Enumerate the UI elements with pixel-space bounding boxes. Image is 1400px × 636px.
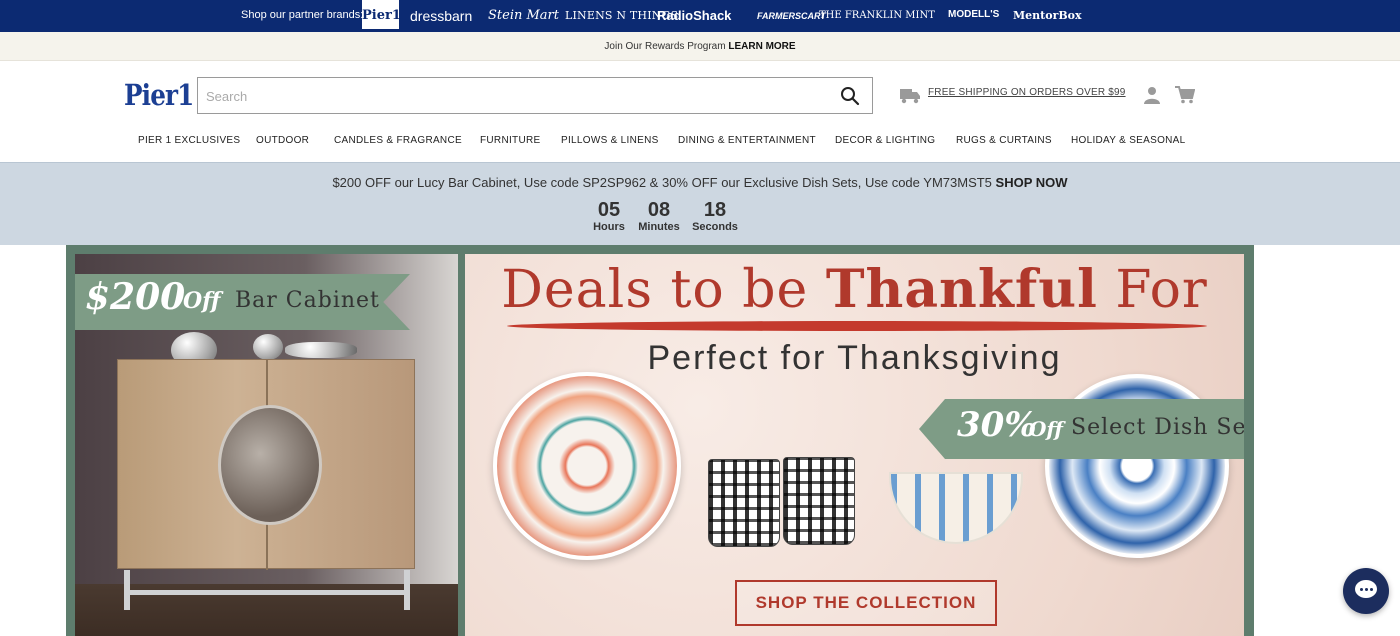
bar-cabinet-ribbon: $200 Off Bar Cabinet [75, 274, 410, 330]
chat-dot [1360, 588, 1363, 591]
nav-candles-fragrance[interactable]: CANDLES & FRAGRANCE [334, 135, 462, 146]
chat-button[interactable] [1343, 568, 1389, 614]
countdown-minutes-label: Minutes [638, 221, 680, 233]
rewards-banner: Join Our Rewards Program LEARN MORE [0, 32, 1400, 61]
hero-banner[interactable]: $200 Off Bar Cabinet Deals to be Thankfu… [66, 245, 1254, 636]
cabinet-mirror [218, 405, 322, 525]
countdown-hours-label: Hours [593, 221, 625, 233]
shop-the-collection-button[interactable]: SHOP THE COLLECTION [735, 580, 997, 626]
floral-plate-image [493, 372, 681, 560]
partner-brand-stein-mart[interactable]: Stein Mart [488, 0, 559, 32]
promo-message: $200 OFF our Lucy Bar Cabinet, Use code … [0, 175, 1400, 190]
partner-brand-modells[interactable]: MODELL'S [948, 9, 999, 20]
account-icon[interactable] [1143, 86, 1161, 104]
nav-outdoor[interactable]: OUTDOOR [256, 135, 309, 146]
decor-orb [253, 334, 283, 360]
partner-brand-mentorbox[interactable]: MentorBox [1013, 0, 1082, 32]
dish-sets-off: Off [1029, 417, 1063, 441]
partner-brands-label: Shop our partner brands: [241, 9, 364, 21]
partner-brand-radioshack[interactable]: RadioShack [657, 0, 731, 32]
countdown-minutes-value: 08 [647, 199, 671, 221]
free-shipping-link[interactable]: FREE SHIPPING ON ORDERS OVER $99 [928, 87, 1126, 98]
nav-pier1-exclusives[interactable]: PIER 1 EXCLUSIVES [138, 135, 240, 146]
nav-rugs-curtains[interactable]: RUGS & CURTAINS [956, 135, 1052, 146]
cabinet-rail [124, 590, 410, 595]
decor-orb [285, 342, 357, 358]
countdown-hours-value: 05 [597, 199, 621, 221]
partner-brand-farmerscart[interactable]: FARMERSCART [757, 0, 826, 32]
nav-holiday-seasonal[interactable]: HOLIDAY & SEASONAL [1071, 135, 1186, 146]
countdown-seconds-label: Seconds [692, 221, 738, 233]
truck-icon [900, 89, 920, 104]
site-logo[interactable]: Pier1 [124, 78, 194, 112]
bar-cabinet-image [117, 359, 415, 610]
nav-pillows-linens[interactable]: PILLOWS & LINENS [561, 135, 659, 146]
nav-furniture[interactable]: FURNITURE [480, 135, 540, 146]
plaid-mug-image [708, 459, 780, 547]
main-navigation: PIER 1 EXCLUSIVES OUTDOOR CANDLES & FRAG… [0, 127, 1400, 161]
search-icon[interactable] [840, 86, 860, 106]
hero-headline: Deals to be Thankful For [465, 259, 1244, 320]
plaid-mug-image [783, 457, 855, 545]
headline-part-1: Deals to be [501, 260, 809, 320]
partner-brand-franklin-mint[interactable]: THE FRANKLIN MINT [819, 0, 935, 32]
countdown-hours: 05 Hours [592, 199, 626, 233]
plaid-bowl-image [889, 472, 1023, 544]
promo-shop-now-link[interactable]: SHOP NOW [996, 175, 1068, 190]
promo-banner: $200 OFF our Lucy Bar Cabinet, Use code … [0, 162, 1400, 245]
countdown-minutes: 08 Minutes [636, 199, 682, 233]
countdown-seconds-value: 18 [703, 199, 727, 221]
partner-brand-pier1[interactable]: Pier1 [362, 0, 401, 32]
search-input[interactable] [206, 86, 806, 106]
nav-decor-lighting[interactable]: DECOR & LIGHTING [835, 135, 935, 146]
headline-part-2: Thankful [825, 259, 1098, 320]
bar-cabinet-promo[interactable]: $200 Off Bar Cabinet [75, 254, 458, 636]
cart-icon[interactable] [1175, 86, 1195, 104]
bar-cabinet-label: Bar Cabinet [235, 288, 380, 313]
promo-text: $200 OFF our Lucy Bar Cabinet, Use code … [332, 175, 992, 190]
partner-brands-bar: Shop our partner brands: Pier1 dressbarn… [0, 0, 1400, 32]
rewards-learn-more-link[interactable]: LEARN MORE [728, 41, 795, 52]
dish-sets-ribbon: 30% Off Select Dish Sets [919, 399, 1244, 459]
search-bar [197, 77, 873, 114]
headline-underline [507, 321, 1207, 331]
chat-dot [1370, 588, 1373, 591]
dish-sets-discount: 30% [957, 405, 1037, 445]
countdown-seconds: 18 Seconds [691, 199, 739, 233]
bar-cabinet-discount: $200 [85, 276, 186, 318]
rewards-text: Join Our Rewards Program [604, 41, 726, 52]
headline-part-3: For [1115, 260, 1208, 320]
chat-dot [1365, 588, 1368, 591]
dish-sets-label: Select Dish Sets [1071, 415, 1244, 440]
partner-brand-dressbarn[interactable]: dressbarn [410, 0, 472, 32]
bar-cabinet-off: Off [183, 288, 221, 314]
dish-sets-promo[interactable]: Deals to be Thankful For Perfect for Tha… [465, 254, 1244, 636]
nav-dining-entertainment[interactable]: DINING & ENTERTAINMENT [678, 135, 816, 146]
